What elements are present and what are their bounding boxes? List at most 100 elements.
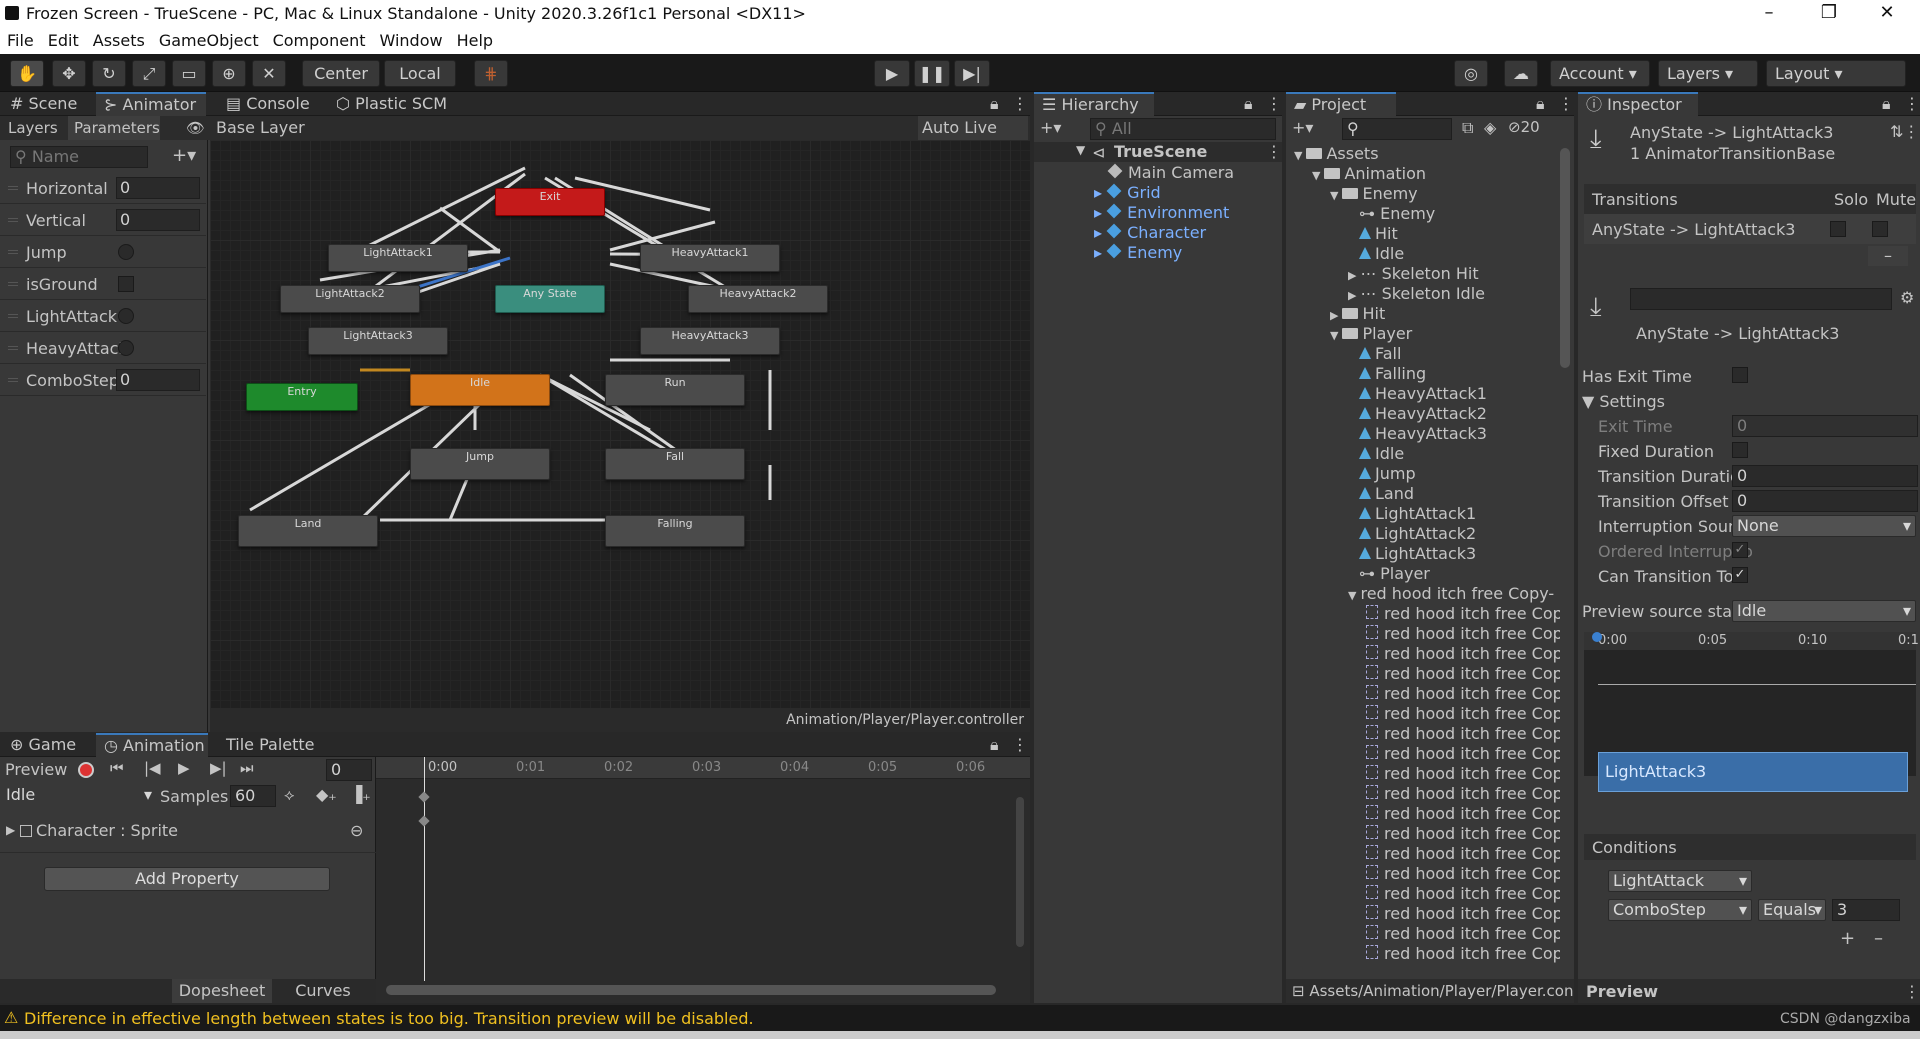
hierarchy-item[interactable]: Main Camera	[1107, 163, 1234, 182]
tab-console[interactable]: ▤ Console	[218, 92, 318, 116]
project-item[interactable]: ▼ Player	[1330, 324, 1412, 343]
dopesheet-area[interactable]: 0:00 0:01 0:02 0:03 0:04 0:05 0:06	[376, 757, 1030, 1003]
auto-live-link-button[interactable]: Auto Live Link	[918, 116, 1028, 156]
sprite-item[interactable]: red hood itch free Cop	[1366, 844, 1560, 863]
trigger-radio[interactable]	[118, 244, 134, 260]
state-exit[interactable]: Exit	[495, 188, 605, 216]
transform-tool-icon[interactable]: ⊕	[212, 60, 246, 87]
more-icon[interactable]: ⋮	[1258, 92, 1282, 116]
next-key-icon[interactable]: ▶|	[210, 759, 227, 777]
filter-label-icon[interactable]: ◈	[1484, 118, 1496, 137]
pivot-local-button[interactable]: Local	[384, 60, 456, 87]
play-anim-icon[interactable]: ▶	[178, 759, 190, 777]
tab-layers[interactable]: Layers	[8, 119, 58, 137]
sprite-item[interactable]: red hood itch free Cop	[1366, 864, 1560, 883]
restore-icon[interactable]: ❐	[1806, 2, 1852, 26]
expand-icon[interactable]	[1348, 349, 1355, 362]
scale-tool-icon[interactable]: ⤢	[132, 60, 166, 87]
eye-icon[interactable]: 👁︎	[186, 119, 205, 137]
state-falling[interactable]: Falling	[605, 515, 745, 547]
menu-window[interactable]: Window	[372, 28, 449, 50]
expand-icon[interactable]	[1348, 389, 1355, 402]
expand-icon[interactable]	[1348, 429, 1355, 442]
expand-icon[interactable]	[1348, 549, 1355, 562]
menu-edit[interactable]: Edit	[41, 28, 86, 50]
condition-param-dropdown[interactable]: ComboStep ▾	[1608, 899, 1752, 921]
rect-tool-icon[interactable]: ▭	[172, 60, 206, 87]
filter-type-icon[interactable]: ⧉	[1462, 118, 1473, 138]
close-icon[interactable]: ✕	[1864, 2, 1910, 26]
sprite-item[interactable]: red hood itch free Cop	[1366, 644, 1560, 663]
project-item[interactable]: HeavyAttack3	[1348, 424, 1487, 443]
hierarchy-item[interactable]: ▸ Grid	[1094, 183, 1161, 202]
tab-animator[interactable]: ⊱ Animator	[96, 92, 206, 116]
expand-icon[interactable]: ▼	[1294, 149, 1302, 162]
transition-list-item[interactable]: AnyState -> LightAttack3	[1584, 214, 1916, 244]
record-icon[interactable]	[78, 762, 94, 778]
expand-icon[interactable]: ▶	[1348, 289, 1356, 302]
expand-icon[interactable]	[1348, 249, 1355, 262]
sprite-item[interactable]: red hood itch free Cop	[1366, 744, 1560, 763]
remove-condition-icon[interactable]: –	[1874, 928, 1883, 949]
sprite-item[interactable]: red hood itch free Cop	[1366, 884, 1560, 903]
prev-key-icon[interactable]: |◀	[144, 759, 161, 777]
transition-duration-field[interactable]: 0	[1732, 465, 1918, 487]
expand-icon[interactable]	[1348, 509, 1355, 522]
expand-icon[interactable]: ▼	[1330, 189, 1338, 202]
condition-param-dropdown[interactable]: LightAttack ▾	[1608, 870, 1752, 892]
timeline-ruler[interactable]: 0:00 0:01 0:02 0:03 0:04 0:05 0:06	[376, 757, 1030, 779]
state-land[interactable]: Land	[238, 515, 378, 547]
menu-help[interactable]: Help	[450, 28, 500, 50]
sprite-item[interactable]: red hood itch free Cop	[1366, 904, 1560, 923]
pause-icon[interactable]: ❚❚	[914, 60, 950, 87]
minimize-icon[interactable]: –	[1746, 2, 1792, 26]
condition-op-dropdown[interactable]: Equals ▾	[1758, 899, 1826, 921]
lock-icon[interactable]: 🔒︎	[982, 733, 1002, 757]
project-item[interactable]: Idle	[1348, 444, 1404, 463]
more-icon[interactable]: ⋮	[1004, 733, 1028, 757]
state-lightattack1[interactable]: LightAttack1	[328, 244, 468, 272]
summary-key-icon[interactable]	[418, 791, 430, 803]
mute-checkbox[interactable]	[1872, 221, 1888, 237]
track-options-icon[interactable]: ⊖	[350, 821, 363, 840]
tab-tile-palette[interactable]: Tile Palette	[218, 733, 328, 757]
drag-handle-icon[interactable]	[8, 218, 18, 222]
state-heavyattack2[interactable]: HeavyAttack2	[688, 285, 828, 313]
project-item[interactable]: Idle	[1348, 244, 1404, 263]
drag-handle-icon[interactable]	[8, 250, 18, 254]
solo-checkbox[interactable]	[1830, 221, 1846, 237]
cloud-icon[interactable]: ☁	[1504, 60, 1538, 87]
scene-row[interactable]: ▼ ⊲ TrueScene ⋮	[1034, 142, 1282, 162]
expand-icon[interactable]	[1348, 229, 1355, 242]
more-icon[interactable]: ⋮	[1896, 92, 1920, 116]
expand-icon[interactable]	[1348, 449, 1355, 462]
expand-icon[interactable]: ▼	[1330, 329, 1338, 342]
expand-icon[interactable]: ▼	[1076, 143, 1085, 157]
project-item[interactable]: ⊶ Player	[1348, 564, 1430, 583]
add-param-icon[interactable]: +▾	[172, 145, 196, 166]
tab-game[interactable]: ⊕ Game	[2, 733, 94, 757]
project-item[interactable]: Falling	[1348, 364, 1426, 383]
tab-parameters[interactable]: Parameters	[68, 116, 160, 140]
project-item[interactable]: ▼ Enemy	[1330, 184, 1418, 203]
expand-icon[interactable]: ▶	[6, 823, 15, 837]
collab-icon[interactable]: ◎	[1454, 60, 1488, 87]
param-row[interactable]: LightAttack	[0, 300, 206, 332]
breadcrumb-base-layer[interactable]: Base Layer	[216, 118, 305, 137]
keyframe-icon[interactable]: ⟡	[284, 785, 295, 805]
rotate-tool-icon[interactable]: ↻	[92, 60, 126, 87]
state-entry[interactable]: Entry	[246, 383, 358, 411]
hierarchy-item[interactable]: ▸ Character	[1094, 223, 1206, 242]
state-idle[interactable]: Idle	[410, 374, 550, 406]
lock-icon[interactable]: 🔒︎	[982, 92, 1002, 116]
project-item[interactable]: LightAttack3	[1348, 544, 1476, 563]
sprite-item[interactable]: red hood itch free Cop	[1366, 804, 1560, 823]
sprite-item[interactable]: red hood itch free Cop	[1366, 924, 1560, 943]
state-heavyattack3[interactable]: HeavyAttack3	[640, 327, 780, 355]
state-graph-canvas[interactable]: Exit LightAttack1 HeavyAttack1 LightAtta…	[210, 140, 1030, 708]
project-scrollbar[interactable]	[1560, 148, 1570, 368]
transition-timeline[interactable]: 0:00 0:05 0:10 0:1 LightAttack3	[1584, 632, 1919, 792]
project-item[interactable]: ▼ Animation	[1312, 164, 1426, 183]
preview-source-dropdown[interactable]: Idle ▾	[1732, 600, 1916, 622]
add-property-button[interactable]: Add Property	[44, 867, 330, 891]
